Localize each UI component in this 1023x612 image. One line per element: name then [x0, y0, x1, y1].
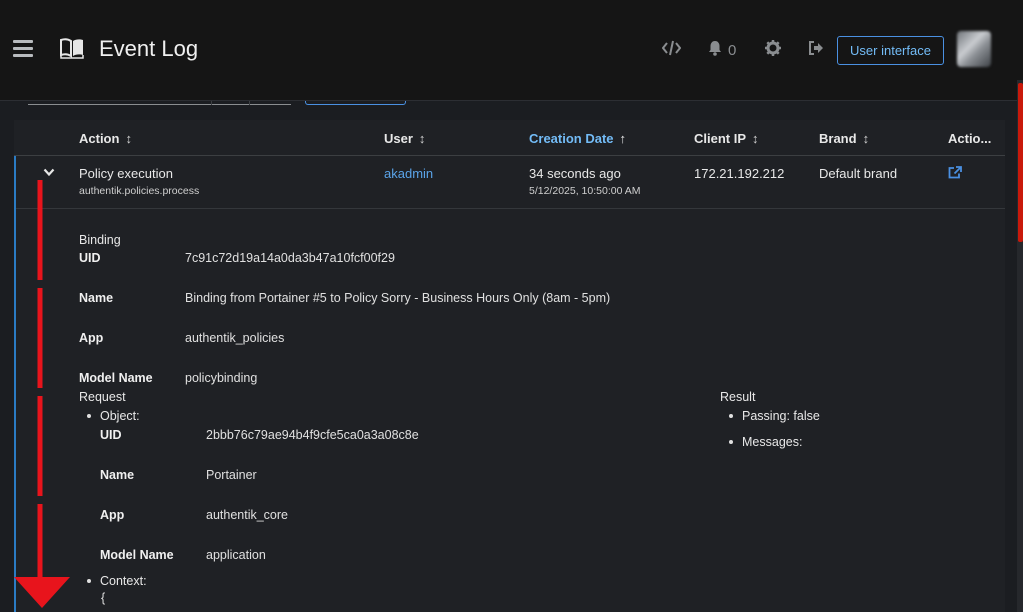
- scrollbar-thumb[interactable]: [1018, 83, 1023, 242]
- divider: [16, 208, 1005, 209]
- binding-app-value: authentik_policies: [185, 331, 285, 345]
- event-user-link[interactable]: akadmin: [384, 166, 433, 181]
- book-icon: [60, 38, 84, 64]
- gear-icon[interactable]: [765, 40, 781, 61]
- result-messages: Messages:: [742, 435, 803, 449]
- search-input[interactable]: [28, 101, 291, 105]
- bullet: [729, 440, 733, 444]
- binding-model-label: Model Name: [79, 371, 153, 385]
- column-header-actions: Actio...: [948, 131, 992, 146]
- event-brand: Default brand: [819, 166, 898, 181]
- column-header-creation-date[interactable]: Creation Date ↑: [529, 131, 626, 146]
- binding-model-value: policybinding: [185, 371, 258, 385]
- binding-heading: Binding: [79, 233, 121, 247]
- search-button[interactable]: [305, 101, 406, 105]
- request-name-value: Portainer: [206, 468, 257, 482]
- bullet: [87, 579, 91, 583]
- page-title: Event Log: [99, 36, 199, 61]
- request-app-value: authentik_core: [206, 508, 289, 522]
- notification-count: 0: [728, 42, 737, 59]
- event-date-absolute: 5/12/2025, 10:50:00 AM: [529, 185, 641, 197]
- event-action-id: authentik.policies.process: [79, 185, 200, 197]
- external-link-icon[interactable]: [948, 166, 962, 184]
- request-name-label: Name: [100, 468, 135, 482]
- binding-uid-value: 7c91c72d19a14a0da3b47a10fcf00f29: [185, 251, 395, 265]
- request-context-open-brace: {: [101, 591, 106, 605]
- column-header-action[interactable]: Action ↕: [79, 131, 132, 146]
- expanded-row-indicator: [14, 156, 16, 612]
- column-header-brand[interactable]: Brand ↕: [819, 131, 869, 146]
- result-heading: Result: [720, 390, 756, 404]
- top-bar: Event Log 0 User interface: [0, 0, 1023, 101]
- request-context-label: Context:: [100, 574, 147, 588]
- sign-out-icon[interactable]: [808, 40, 824, 61]
- request-uid-value: 2bbb76c79ae94b4f9cfe5ca0a3a08c8e: [206, 428, 419, 442]
- request-uid-label: UID: [100, 428, 122, 442]
- event-action: Policy execution: [79, 166, 173, 181]
- user-interface-button[interactable]: User interface: [837, 36, 944, 65]
- result-passing: Passing: false: [742, 409, 820, 423]
- bullet: [729, 414, 733, 418]
- request-app-label: App: [100, 508, 125, 522]
- request-model-value: application: [206, 548, 266, 562]
- binding-name-label: Name: [79, 291, 114, 305]
- divider: [14, 155, 1005, 156]
- request-heading: Request: [79, 390, 126, 404]
- binding-uid-label: UID: [79, 251, 101, 265]
- binding-name-value: Binding from Portainer #5 to Policy Sorr…: [185, 291, 611, 305]
- chevron-down-icon[interactable]: [43, 164, 55, 182]
- column-header-client-ip[interactable]: Client IP ↕: [694, 131, 759, 146]
- column-header-user[interactable]: User ↕: [384, 131, 425, 146]
- bullet: [87, 414, 91, 418]
- avatar[interactable]: [957, 31, 991, 67]
- event-client-ip: 172.21.192.212: [694, 166, 785, 181]
- request-object-label: Object:: [100, 409, 140, 423]
- request-model-label: Model Name: [100, 548, 174, 562]
- code-icon[interactable]: [661, 40, 682, 61]
- bell-icon[interactable]: [708, 40, 722, 61]
- binding-app-label: App: [79, 331, 104, 345]
- hamburger-menu-icon[interactable]: [13, 40, 33, 57]
- event-date-relative: 34 seconds ago: [529, 166, 621, 181]
